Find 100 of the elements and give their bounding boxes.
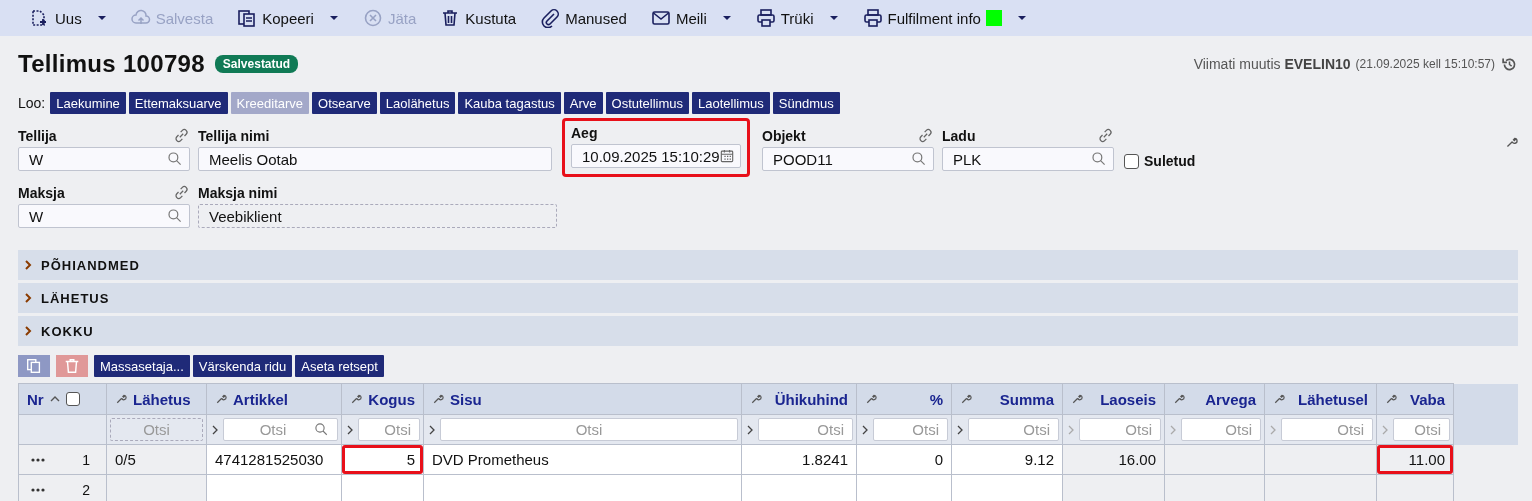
table-cell-text: 16.00: [1117, 450, 1157, 470]
action-button[interactable]: Aseta retsept: [295, 355, 384, 377]
toolbar-button[interactable]: Uus: [22, 4, 115, 32]
create-button[interactable]: Laekumine: [50, 92, 126, 114]
wrench-icon[interactable]: [1505, 136, 1518, 149]
sort-caret-icon[interactable]: [49, 396, 60, 402]
table-cell-text: 1.8241: [801, 450, 849, 470]
paperclip-icon: [540, 8, 561, 28]
wrench-icon[interactable]: [115, 393, 127, 405]
calendar-icon[interactable]: [720, 149, 734, 163]
toolbar-button[interactable]: Manused: [532, 4, 635, 32]
row-number: 2: [81, 480, 91, 500]
wrench-icon[interactable]: [350, 393, 362, 405]
wrench-icon[interactable]: [215, 393, 227, 405]
table-cell-text: DVD Prometheus: [431, 450, 550, 470]
column-header[interactable]: Lähetusel: [1264, 383, 1377, 415]
create-button[interactable]: Otsearve: [312, 92, 377, 114]
column-header[interactable]: Nr: [18, 383, 107, 415]
row-number: 1: [81, 450, 91, 470]
input-field[interactable]: Meelis Ootab: [198, 147, 552, 171]
wrench-icon[interactable]: [960, 393, 972, 405]
create-button[interactable]: Arve: [563, 92, 603, 114]
search-icon[interactable]: [167, 208, 183, 224]
section-header[interactable]: LÄHETUS: [18, 283, 1518, 313]
chevron-icon: [23, 293, 33, 303]
chevron-icon[interactable]: [212, 424, 218, 435]
printer-icon: [755, 8, 776, 28]
link-icon[interactable]: [173, 127, 190, 144]
column-header[interactable]: Arvega: [1164, 383, 1265, 415]
printer-icon: [862, 8, 883, 28]
create-button[interactable]: Sündmus: [772, 92, 840, 114]
wrench-icon[interactable]: [865, 393, 877, 405]
wrench-icon[interactable]: [1273, 393, 1285, 405]
status-badge: Salvestatud: [214, 55, 299, 73]
column-header[interactable]: Vaba: [1376, 383, 1454, 415]
toolbar-button[interactable]: Meili: [642, 4, 740, 32]
action-button[interactable]: Värskenda ridu: [192, 355, 293, 377]
chevron-icon[interactable]: [957, 424, 963, 435]
lookup-field[interactable]: W: [18, 147, 190, 171]
wrench-icon[interactable]: [750, 393, 762, 405]
create-button[interactable]: Kauba tagastus: [458, 92, 561, 114]
chevron-icon: [23, 326, 33, 336]
more-icon[interactable]: [31, 457, 45, 462]
table-cell-text: 0/5: [114, 450, 137, 470]
chevron-icon[interactable]: [429, 424, 435, 435]
wrench-icon[interactable]: [432, 393, 444, 405]
wrench-icon[interactable]: [1071, 393, 1083, 405]
field-label: Maksja nimi: [198, 184, 278, 201]
chevron-icon[interactable]: [747, 424, 753, 435]
link-icon[interactable]: [173, 184, 190, 201]
toolbar-button[interactable]: Kopeeri: [229, 4, 347, 32]
create-button[interactable]: Ostutellimus: [605, 92, 690, 114]
create-button[interactable]: Laolähetus: [379, 92, 456, 114]
checkbox[interactable]: [1124, 153, 1139, 169]
field-label: Tellija nimi: [198, 127, 270, 144]
wrench-icon[interactable]: [1385, 393, 1397, 405]
table-cell: 5: [342, 445, 423, 474]
date-field[interactable]: 10.09.2025 15:10:29: [571, 144, 741, 168]
chevron-icon[interactable]: [862, 424, 868, 435]
page-title: Tellimus 100798: [18, 50, 205, 78]
column-header[interactable]: Lähetus: [106, 383, 207, 415]
search-icon[interactable]: [314, 422, 329, 437]
search-icon[interactable]: [167, 151, 183, 167]
link-icon[interactable]: [1097, 127, 1114, 144]
more-icon[interactable]: [31, 487, 45, 492]
column-header[interactable]: Sisu: [423, 383, 742, 415]
create-button[interactable]: Laotellimus: [692, 92, 770, 114]
checkbox-label: Suletud: [1144, 153, 1196, 169]
lookup-field[interactable]: POOD11: [762, 147, 934, 171]
search-icon[interactable]: [911, 151, 927, 167]
field-label: Aeg: [571, 124, 598, 141]
search-icon[interactable]: [1091, 151, 1107, 167]
column-header[interactable]: Ühikuhind: [741, 383, 857, 415]
column-header[interactable]: %: [856, 383, 952, 415]
table-cell-text: 0: [933, 450, 944, 470]
field-label: Objekt: [762, 127, 806, 144]
column-header[interactable]: Laoseis: [1062, 383, 1165, 415]
column-header[interactable]: Artikkel: [206, 383, 342, 415]
toolbar-button[interactable]: Kustuta: [432, 4, 525, 32]
lookup-field[interactable]: PLK: [942, 147, 1114, 171]
table-cell-text: 4741281525030: [214, 450, 325, 470]
link-icon[interactable]: [917, 127, 934, 144]
envelope-icon: [650, 8, 671, 28]
chevron-icon: [23, 260, 33, 270]
create-button[interactable]: Ettemaksuarve: [128, 92, 228, 114]
chevron-icon[interactable]: [347, 424, 353, 435]
column-header[interactable]: Summa: [951, 383, 1063, 415]
wrench-icon[interactable]: [1173, 393, 1185, 405]
lookup-field[interactable]: W: [18, 204, 190, 228]
table-cell: 11.00: [1377, 445, 1453, 474]
readonly-field: Veebiklient: [198, 204, 557, 228]
toolbar-button[interactable]: Trüki: [747, 4, 847, 32]
select-all-checkbox[interactable]: [65, 392, 80, 406]
section-header[interactable]: PÕHIANDMED: [18, 250, 1518, 280]
section-header[interactable]: KOKKU: [18, 316, 1518, 346]
column-header[interactable]: Kogus: [341, 383, 424, 415]
action-button[interactable]: Massasetaja...: [94, 355, 190, 377]
copy-row-button[interactable]: [18, 355, 50, 377]
toolbar-button[interactable]: Fulfilment info: [854, 4, 1035, 32]
modified-time: (21.09.2025 kell 15:10:57): [1355, 57, 1495, 71]
